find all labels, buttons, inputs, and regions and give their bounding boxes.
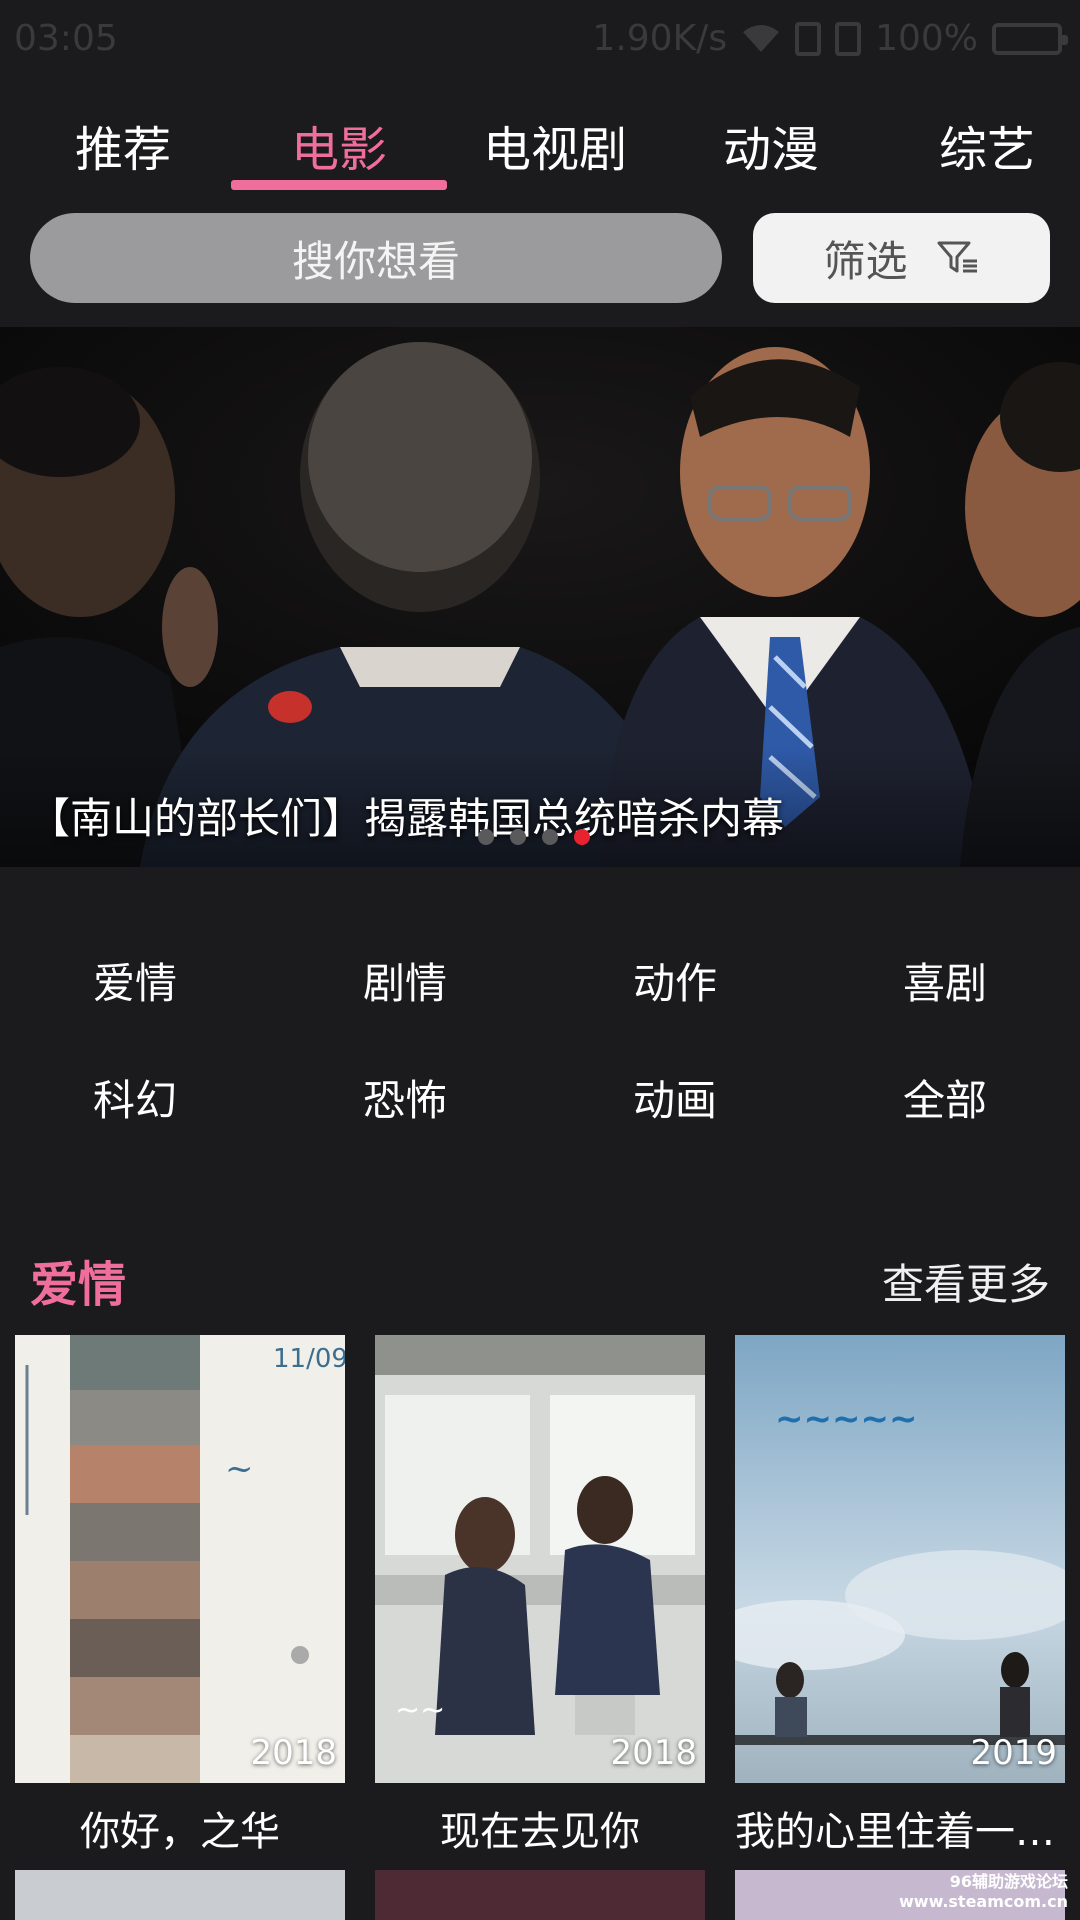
status-time: 03:05	[14, 18, 118, 59]
movie-card[interactable]: ~~ 2018 现在去见你	[375, 1335, 705, 1857]
tab-movies[interactable]: 电影	[231, 110, 447, 180]
movie-title: 你好，之华	[80, 1809, 280, 1855]
status-bar: 03:05 1.90K/s 100%	[0, 0, 1080, 80]
svg-text:~~: ~~	[395, 1693, 445, 1728]
battery-percent: 100%	[875, 18, 978, 59]
watermark: 96辅助游戏论坛 www.steamcom.cn	[899, 1872, 1068, 1912]
genre-romance[interactable]: 爱情	[0, 950, 270, 1011]
status-right: 1.90K/s 100%	[592, 18, 1068, 59]
carousel-dot[interactable]	[510, 829, 526, 845]
genre-animation[interactable]: 动画	[540, 1067, 810, 1128]
wifi-icon	[743, 24, 780, 52]
movie-year: 2018	[250, 1733, 337, 1773]
movie-poster[interactable]	[375, 1870, 705, 1920]
poster-image: 11/09 ~	[15, 1335, 345, 1783]
movie-card[interactable]: 11/09 ~ 2018 你好，之华	[15, 1335, 345, 1857]
watermark-line: 96辅助游戏论坛	[949, 1872, 1068, 1891]
network-speed: 1.90K/s	[592, 18, 728, 59]
movie-poster[interactable]: ~~ 2018	[375, 1335, 705, 1783]
poster-image: ~~~~~	[735, 1335, 1065, 1783]
tab-anime[interactable]: 动漫	[663, 110, 879, 180]
watermark-line: www.steamcom.cn	[899, 1892, 1068, 1911]
movie-poster[interactable]: ~~~~~ 2019	[735, 1335, 1065, 1783]
genre-comedy[interactable]: 喜剧	[810, 950, 1080, 1011]
genre-drama[interactable]: 剧情	[270, 950, 540, 1011]
movie-year: 2018	[610, 1733, 697, 1773]
genre-horror[interactable]: 恐怖	[270, 1067, 540, 1128]
movie-year: 2019	[970, 1733, 1057, 1773]
carousel-dot[interactable]	[478, 829, 494, 845]
sim-card-icon	[795, 21, 822, 56]
movie-title: 现在去见你	[440, 1809, 640, 1855]
section-title: 爱情	[30, 1257, 127, 1313]
genre-scifi[interactable]: 科幻	[0, 1067, 270, 1128]
tab-tv-series[interactable]: 电视剧	[447, 110, 663, 180]
svg-text:~: ~	[225, 1449, 254, 1489]
genre-action[interactable]: 动作	[540, 950, 810, 1011]
carousel-dot-active[interactable]	[574, 829, 590, 845]
battery-icon	[992, 22, 1068, 55]
filter-label: 筛选	[823, 236, 908, 286]
movie-card[interactable]: ~~~~~ 2019 我的心里住着一只...	[735, 1335, 1065, 1857]
genre-all[interactable]: 全部	[810, 1067, 1080, 1128]
svg-text:~~~~~: ~~~~~	[775, 1399, 917, 1439]
search-placeholder: 搜你想看	[291, 236, 460, 286]
movie-title: 我的心里住着一只...	[735, 1809, 1065, 1855]
banner-caption: 【南山的部长们】揭露韩国总统暗杀内幕	[28, 794, 785, 843]
carousel-dots	[478, 829, 590, 845]
tab-variety[interactable]: 综艺	[879, 110, 1080, 180]
view-more-link[interactable]: 查看更多	[882, 1251, 1050, 1312]
carousel-dot[interactable]	[542, 829, 558, 845]
tab-recommend[interactable]: 推荐	[15, 110, 231, 180]
movie-poster[interactable]	[15, 1870, 345, 1920]
category-tabs: 推荐 电影 电视剧 动漫 综艺	[0, 100, 1080, 200]
svg-text:11/09: 11/09	[273, 1344, 345, 1374]
active-tab-indicator	[231, 180, 447, 190]
search-input[interactable]: 搜你想看	[30, 213, 722, 303]
sim-card-icon	[835, 21, 862, 56]
filter-icon	[937, 241, 977, 273]
movie-poster[interactable]: 11/09 ~ 2018	[15, 1335, 345, 1783]
poster-image: ~~	[375, 1335, 705, 1783]
filter-button[interactable]: 筛选	[753, 213, 1050, 303]
banner-carousel[interactable]: 【南山的部长们】揭露韩国总统暗杀内幕	[0, 327, 1080, 867]
